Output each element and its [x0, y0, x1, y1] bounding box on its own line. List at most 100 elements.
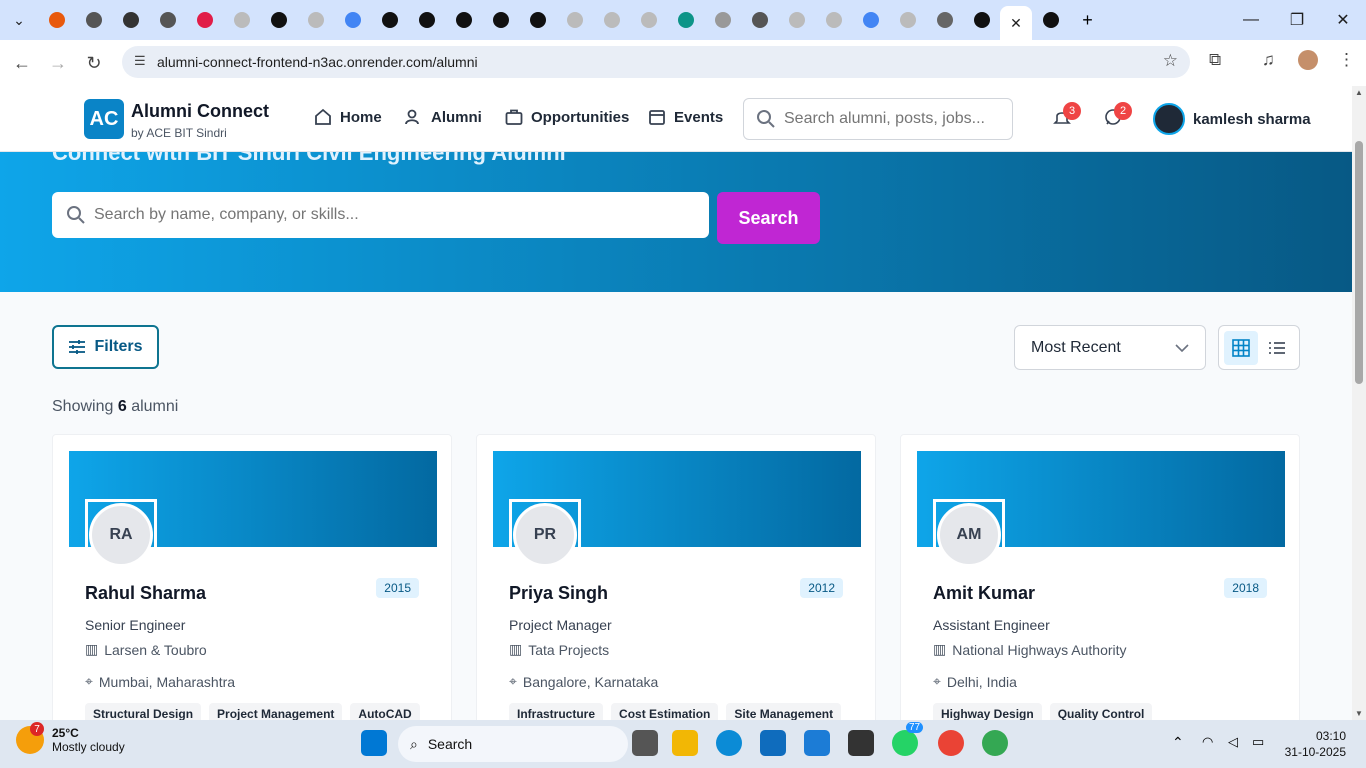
header-search-input[interactable] [784, 110, 1004, 128]
omnibox[interactable]: ☰ alumni-connect-frontend-n3ac.onrender.… [122, 46, 1190, 78]
header-search-box[interactable] [743, 98, 1013, 140]
browser-tab[interactable] [667, 0, 704, 40]
extensions-icon[interactable]: ⧉ [1209, 50, 1221, 70]
browser-tab[interactable] [852, 0, 889, 40]
close-window-icon[interactable]: ✕ [1320, 10, 1366, 30]
media-control-icon[interactable]: ♫ [1262, 50, 1275, 70]
browser-tab[interactable] [445, 0, 482, 40]
notifications-button[interactable]: 3 [1053, 102, 1081, 131]
reload-icon[interactable]: ↻ [76, 53, 112, 74]
outlook-icon[interactable] [760, 730, 786, 756]
vscode-icon[interactable] [804, 730, 830, 756]
volume-icon[interactable]: ◁ [1228, 734, 1238, 750]
browser-tab[interactable] [149, 0, 186, 40]
minimize-icon[interactable]: — [1228, 11, 1274, 29]
page-scrollbar[interactable]: ▲ ▼ [1352, 86, 1366, 720]
browser-tab[interactable] [889, 0, 926, 40]
sort-select[interactable]: Most Recent [1014, 325, 1206, 370]
wifi-icon[interactable]: ◠ [1202, 734, 1213, 750]
taskbar-search[interactable]: ⌕ Search [398, 726, 628, 762]
profile-icon[interactable] [1298, 50, 1318, 70]
browser-tab[interactable] [704, 0, 741, 40]
chrome-icon[interactable] [938, 730, 964, 756]
browser-tab[interactable] [778, 0, 815, 40]
browser-tab[interactable] [1032, 0, 1069, 40]
browser-tab[interactable] [556, 0, 593, 40]
scroll-thumb[interactable] [1355, 141, 1363, 384]
browser-tab[interactable] [630, 0, 667, 40]
site-info-icon[interactable]: ☰ [134, 53, 146, 69]
browser-tab[interactable] [371, 0, 408, 40]
grid-view-button[interactable] [1224, 330, 1258, 365]
nav-events[interactable]: Events [648, 108, 723, 126]
browser-tab[interactable] [593, 0, 630, 40]
alumni-card[interactable]: RA Rahul Sharma 2015 Senior Engineer ▥ La… [52, 434, 452, 720]
logo[interactable]: AC [84, 99, 124, 139]
chrome-profile-icon[interactable] [982, 730, 1008, 756]
terminal-icon[interactable] [848, 730, 874, 756]
weather-widget[interactable]: 7 25°C Mostly cloudy [16, 722, 125, 754]
alumni-name[interactable]: Amit Kumar [933, 583, 1035, 604]
battery-icon[interactable]: ▭ [1252, 734, 1264, 750]
browser-tab[interactable] [186, 0, 223, 40]
browser-tab[interactable] [408, 0, 445, 40]
search-button[interactable]: Search [717, 192, 820, 244]
tray-chevron-icon[interactable]: ⌃ [1172, 734, 1184, 751]
whatsapp-icon[interactable]: 77 [892, 722, 924, 756]
skill-tag: Site Management [726, 703, 842, 720]
skill-tag: Infrastructure [509, 703, 604, 720]
browser-tab[interactable] [926, 0, 963, 40]
url-text[interactable]: alumni-connect-frontend-n3ac.onrender.co… [157, 54, 478, 70]
nav-alumni-label: Alumni [431, 108, 482, 126]
browser-tab[interactable] [38, 0, 75, 40]
browser-tab[interactable] [519, 0, 556, 40]
browser-tab[interactable] [75, 0, 112, 40]
list-view-button[interactable] [1260, 331, 1294, 365]
alumni-name[interactable]: Priya Singh [509, 583, 608, 604]
messages-button[interactable]: 2 [1104, 102, 1132, 131]
sliders-icon [69, 340, 86, 354]
browser-tab[interactable] [260, 0, 297, 40]
alumni-search-input[interactable] [94, 206, 654, 224]
alumni-company: ▥ Larsen & Toubro [85, 641, 207, 658]
nav-opportunities-label: Opportunities [531, 108, 630, 126]
maximize-icon[interactable]: ❐ [1274, 10, 1320, 30]
clock[interactable]: 03:10 31-10-2025 [1285, 728, 1346, 760]
alumni-name[interactable]: Rahul Sharma [85, 583, 206, 604]
active-tab[interactable]: ✕ [1000, 6, 1032, 40]
edge-icon[interactable] [716, 730, 742, 756]
scroll-up-icon[interactable]: ▲ [1355, 88, 1363, 97]
browser-tab[interactable] [741, 0, 778, 40]
tab-favicon-icon [973, 12, 990, 28]
tab-search-button[interactable]: ⌄ [0, 0, 38, 40]
alumni-card[interactable]: AM Amit Kumar 2018 Assistant Engineer ▥ N… [900, 434, 1300, 720]
browser-tab[interactable] [223, 0, 260, 40]
scroll-down-icon[interactable]: ▼ [1355, 709, 1363, 718]
tab-favicon-icon [788, 12, 805, 28]
browser-tab[interactable] [112, 0, 149, 40]
nav-opportunities[interactable]: Opportunities [505, 108, 629, 126]
browser-tab[interactable] [963, 0, 1000, 40]
nav-home[interactable]: Home [314, 108, 382, 126]
bookmark-star-icon[interactable]: ☆ [1163, 51, 1178, 71]
user-menu[interactable]: kamlesh sharma [1153, 103, 1311, 135]
back-icon[interactable]: ← [4, 53, 40, 74]
new-tab-plus-icon[interactable]: + [1069, 0, 1106, 40]
menu-kebab-icon[interactable]: ⋮ [1338, 50, 1355, 70]
filters-button[interactable]: Filters [52, 325, 159, 369]
alumni-company: ▥ National Highways Authority [933, 641, 1127, 658]
browser-tab[interactable] [297, 0, 334, 40]
browser-tab[interactable] [334, 0, 371, 40]
alumni-card[interactable]: PR Priya Singh 2012 Project Manager ▥ Tat… [476, 434, 876, 720]
nav-events-label: Events [674, 108, 724, 126]
alumni-search-box[interactable] [52, 192, 709, 238]
tab-favicon-icon [344, 12, 361, 28]
nav-alumni[interactable]: Alumni [405, 108, 482, 126]
forward-icon[interactable]: → [40, 53, 76, 74]
task-view-icon[interactable] [632, 730, 658, 756]
tab-favicon-icon [381, 12, 398, 28]
browser-tab[interactable] [482, 0, 519, 40]
start-icon[interactable] [361, 730, 387, 756]
browser-tab[interactable] [815, 0, 852, 40]
file-explorer-icon[interactable] [672, 730, 698, 756]
